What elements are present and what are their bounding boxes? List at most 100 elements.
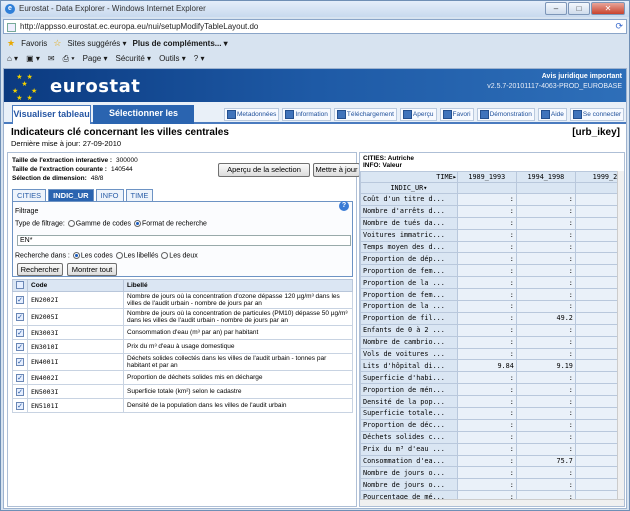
indic-dimension-header[interactable]: INDIC_UR▾	[360, 182, 458, 194]
row-indicator[interactable]: Nombre de jours o...	[360, 478, 458, 492]
radio-codes[interactable]	[72, 252, 80, 259]
help-icon[interactable]: ?	[339, 201, 349, 211]
tools-menu[interactable]: Outils ▾	[159, 54, 186, 64]
login-button[interactable]: Se connecter	[569, 108, 625, 121]
search-button[interactable]: Rechercher	[17, 263, 63, 276]
row-indicator[interactable]: Superficie d'habi...	[360, 371, 458, 385]
horizontal-scrollbar[interactable]	[360, 499, 624, 506]
row-checkbox[interactable]: ✓	[12, 339, 28, 354]
home-icon[interactable]: ⌂ ▾	[7, 54, 18, 64]
row-indicator[interactable]: Proportion de fil...	[360, 311, 458, 325]
help-icon[interactable]: ? ▾	[194, 54, 205, 64]
table-row[interactable]: ✓ EN3003I Consommation d'eau (m³ par an) p…	[12, 325, 353, 340]
table-row[interactable]: ✓ EN2002I Nombre de jours où la concentrat…	[12, 291, 353, 309]
security-menu[interactable]: Sécurité ▾	[115, 54, 151, 64]
print-icon[interactable]: ⎙ ▾	[63, 54, 75, 64]
demo-button[interactable]: Démonstration	[476, 108, 535, 121]
tab-select-data[interactable]: Sélectionner les données	[93, 105, 194, 135]
title-bar: e Eurostat - Data Explorer - Windows Int…	[1, 1, 629, 17]
row-indicator[interactable]: Proportion de fem...	[360, 288, 458, 302]
row-indicator[interactable]: Proportion de dép...	[360, 252, 458, 266]
tab-info[interactable]: INFO	[95, 189, 124, 201]
tab-cities[interactable]: CITIES	[12, 189, 47, 201]
vertical-scrollbar[interactable]	[617, 171, 624, 501]
favorites-star-icon[interactable]: ★	[7, 38, 15, 49]
row-indicator[interactable]: Vols de voitures ...	[360, 347, 458, 361]
data-row: Nombre de cambrio...::	[360, 335, 624, 349]
radio-search-format[interactable]	[133, 220, 141, 227]
data-cell: :	[515, 371, 576, 385]
row-checkbox[interactable]: ✓	[12, 370, 28, 385]
lifebuoy-icon	[540, 110, 550, 119]
row-indicator[interactable]: Prix du m³ d'eau ...	[360, 442, 458, 456]
row-indicator[interactable]: Nombre d'arrêts d...	[360, 204, 458, 218]
show-all-button[interactable]: Montrer tout	[67, 263, 117, 276]
table-row[interactable]: ✓ EN4002I Proportion de déchets solides mi…	[12, 370, 353, 385]
suggested-sites-link[interactable]: Sites suggérés ▾	[67, 39, 126, 48]
maximize-button[interactable]: □	[568, 2, 590, 15]
select-all-checkbox[interactable]	[12, 279, 28, 292]
favorites-button[interactable]: Favoris	[21, 39, 47, 48]
radio-both[interactable]	[161, 252, 169, 259]
table-row[interactable]: ✓ EN5101I Densité de la population dans le…	[12, 398, 353, 413]
row-indicator[interactable]: Proportion de la ...	[360, 276, 458, 290]
row-checkbox[interactable]: ✓	[12, 353, 28, 371]
refresh-icon[interactable]: ⟳	[615, 21, 623, 32]
feeds-icon[interactable]: ▣ ▾	[26, 54, 40, 64]
tab-time[interactable]: TIME	[125, 189, 154, 201]
row-checkbox[interactable]: ✓	[12, 384, 28, 399]
row-indicator[interactable]: Consommation d'ea...	[360, 454, 458, 468]
minimize-button[interactable]: –	[545, 2, 567, 15]
data-cell: :	[515, 335, 576, 349]
row-indicator[interactable]: Nombre de tués da...	[360, 216, 458, 230]
row-indicator[interactable]: Déchets solides c...	[360, 430, 458, 444]
row-checkbox[interactable]: ✓	[12, 325, 28, 340]
close-button[interactable]: ✕	[591, 2, 625, 15]
table-row[interactable]: ✓ EN3010I Prix du m³ d'eau à usage domesti…	[12, 339, 353, 354]
add-favorite-icon[interactable]: ☆	[53, 38, 61, 49]
login-icon	[572, 110, 582, 119]
table-row[interactable]: ✓ EN2005I Nombre de jours où la concentrat…	[12, 308, 353, 326]
tab-view-table[interactable]: Visualiser tableau	[12, 105, 91, 124]
preview-button[interactable]: Aperçu	[399, 108, 437, 121]
page-menu[interactable]: Page ▾	[83, 54, 108, 64]
address-bar[interactable]: http://appsso.eurostat.ec.europa.eu/nui/…	[3, 19, 627, 34]
update-button[interactable]: Mettre à jour	[313, 163, 360, 177]
table-row[interactable]: ✓ EN5003I Superficie totale (km²) selon le…	[12, 384, 353, 399]
data-cell: :	[456, 240, 517, 254]
tab-indic-ur[interactable]: INDIC_UR	[48, 189, 94, 201]
help-button[interactable]: Aide	[537, 108, 567, 121]
row-indicator[interactable]: Proportion de la ...	[360, 300, 458, 313]
preview-selection-button[interactable]: Aperçu de la selection	[218, 163, 310, 177]
download-button[interactable]: Téléchargement	[333, 108, 397, 121]
mail-icon[interactable]: ✉	[48, 54, 55, 64]
row-indicator[interactable]: Enfants de 0 à 2 ...	[360, 323, 458, 337]
metadata-button[interactable]: Metadonnées	[224, 108, 280, 121]
row-indicator[interactable]: Proportion de fem...	[360, 264, 458, 278]
time-dimension-header[interactable]: TIME▸	[360, 171, 458, 183]
radio-labels[interactable]	[115, 252, 123, 259]
row-indicator[interactable]: Voitures immatric...	[360, 228, 458, 242]
information-button[interactable]: Information	[282, 108, 331, 121]
radio-code-range[interactable]	[67, 220, 75, 227]
more-addons-link[interactable]: Plus de compléments... ▾	[133, 39, 228, 48]
row-indicator[interactable]: Proportion de déc...	[360, 418, 458, 432]
row-checkbox[interactable]: ✓	[12, 398, 28, 413]
row-indicator[interactable]: Proportion de mén...	[360, 383, 458, 397]
row-indicator[interactable]: Nombre de cambrio...	[360, 335, 458, 349]
row-indicator[interactable]: Temps moyen des d...	[360, 240, 458, 254]
indicator-table: Code Libellé ✓ EN2002I Nombre de jours où …	[12, 279, 353, 413]
row-indicator[interactable]: Superficie totale...	[360, 407, 458, 420]
data-row: Proportion de déc...::	[360, 418, 624, 432]
row-checkbox[interactable]: ✓	[12, 308, 28, 326]
row-indicator[interactable]: Coût d'un titre d...	[360, 193, 458, 206]
row-indicator[interactable]: Densité de la pop...	[360, 395, 458, 409]
data-row: Proportion de la ...::	[360, 300, 624, 313]
row-indicator[interactable]: Nombre de jours o...	[360, 466, 458, 480]
row-checkbox[interactable]: ✓	[12, 291, 28, 309]
bookmark-button[interactable]: Favori	[439, 108, 474, 121]
row-indicator[interactable]: Lits d'hôpital di...	[360, 359, 458, 373]
filter-input[interactable]: EN*	[17, 235, 351, 246]
table-row[interactable]: ✓ EN4001I Déchets solides collectés dans l…	[12, 353, 353, 371]
legal-notice-link[interactable]: Avis juridique important	[542, 73, 622, 80]
